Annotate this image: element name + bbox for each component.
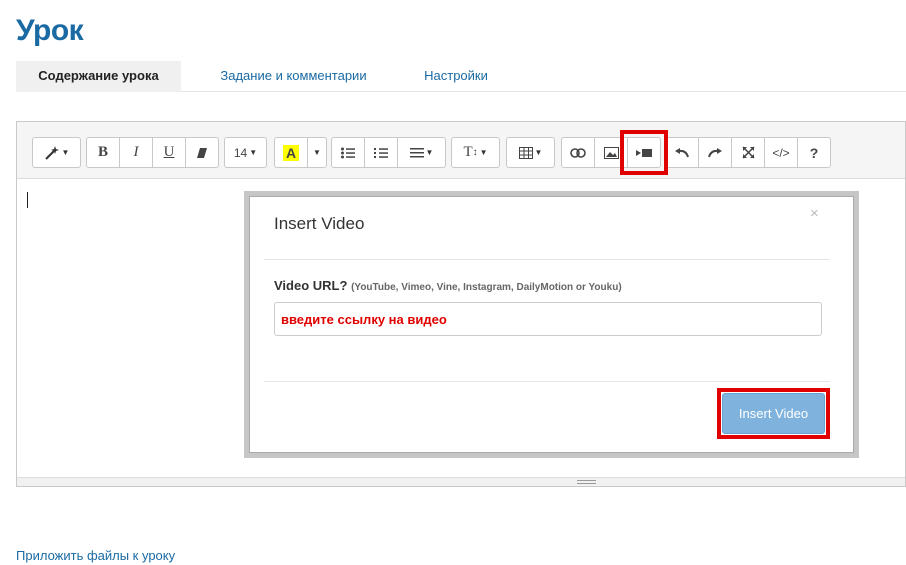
chevron-down-icon: ▼ <box>425 148 434 157</box>
underline-button[interactable]: U <box>152 137 186 168</box>
video-button-highlight <box>620 130 668 175</box>
chevron-down-icon: ▼ <box>313 148 321 157</box>
code-view-button[interactable]: </> <box>764 137 798 168</box>
ordered-list-icon <box>374 147 388 159</box>
tab-settings[interactable]: Настройки <box>406 61 506 92</box>
attach-files-link[interactable]: Приложить файлы к уроку <box>16 548 175 563</box>
unordered-list-button[interactable] <box>331 137 365 168</box>
chevron-down-icon: ▼ <box>249 148 258 157</box>
fullscreen-icon <box>741 146 755 159</box>
chevron-down-icon: ▼ <box>61 148 70 157</box>
insert-video-dialog-backdrop: Insert Video × Video URL? (YouTube, Vime… <box>244 191 859 458</box>
chevron-down-icon: ▼ <box>534 148 543 157</box>
dialog-title: Insert Video <box>274 214 365 233</box>
highlight-color-dropdown[interactable]: ▼ <box>307 137 327 168</box>
insert-video-button[interactable]: Insert Video <box>722 393 825 434</box>
tab-assignment-comments[interactable]: Задание и комментарии <box>201 61 386 92</box>
editor-resize-handle[interactable] <box>17 477 905 486</box>
link-icon <box>570 147 586 158</box>
video-url-label: Video URL? (YouTube, Vimeo, Vine, Instag… <box>274 278 622 293</box>
line-height-dropdown[interactable]: T ↕ ▼ <box>451 137 500 168</box>
line-height-icon: ↕ <box>472 147 478 158</box>
redo-button[interactable] <box>698 137 732 168</box>
style-dropdown-button[interactable]: ▼ <box>32 137 81 168</box>
italic-button[interactable]: I <box>119 137 153 168</box>
chevron-down-icon: ▼ <box>479 148 488 157</box>
undo-button[interactable] <box>665 137 699 168</box>
tab-lesson-content[interactable]: Содержание урока <box>16 61 181 92</box>
paragraph-align-dropdown[interactable]: ▼ <box>397 137 446 168</box>
bold-button[interactable]: B <box>86 137 120 168</box>
align-icon <box>409 147 424 159</box>
insert-video-dialog: Insert Video × Video URL? (YouTube, Vime… <box>249 196 854 453</box>
unordered-list-icon <box>341 147 355 159</box>
font-size-dropdown[interactable]: 14 ▼ <box>224 137 267 168</box>
resize-grip-icon <box>577 480 596 484</box>
undo-icon <box>674 147 690 158</box>
close-icon[interactable]: × <box>810 205 819 222</box>
table-icon <box>518 146 533 159</box>
highlight-color-button[interactable]: A <box>274 137 308 168</box>
tab-bar: Содержание урока Задание и комментарии Н… <box>16 61 906 92</box>
dialog-divider <box>264 381 830 382</box>
highlight-color-swatch: A <box>282 144 300 161</box>
help-button[interactable]: ? <box>797 137 831 168</box>
text-cursor <box>27 192 28 208</box>
dialog-divider <box>264 259 830 260</box>
redo-icon <box>707 147 723 158</box>
picture-icon <box>603 146 619 159</box>
clear-format-button[interactable] <box>185 137 219 168</box>
video-url-input[interactable] <box>274 302 822 336</box>
insert-link-button[interactable] <box>561 137 595 168</box>
eraser-icon <box>195 147 209 159</box>
video-url-hint: (YouTube, Vimeo, Vine, Instagram, DailyM… <box>351 282 622 293</box>
page-title: Урок <box>16 14 84 47</box>
magic-wand-icon <box>44 145 60 161</box>
table-dropdown[interactable]: ▼ <box>506 137 555 168</box>
ordered-list-button[interactable] <box>364 137 398 168</box>
editor-toolbar: ▼ B I U 14 ▼ A ▼ ▼ T ↕ ▼ ▼ </> ? <box>17 122 905 179</box>
fullscreen-button[interactable] <box>731 137 765 168</box>
